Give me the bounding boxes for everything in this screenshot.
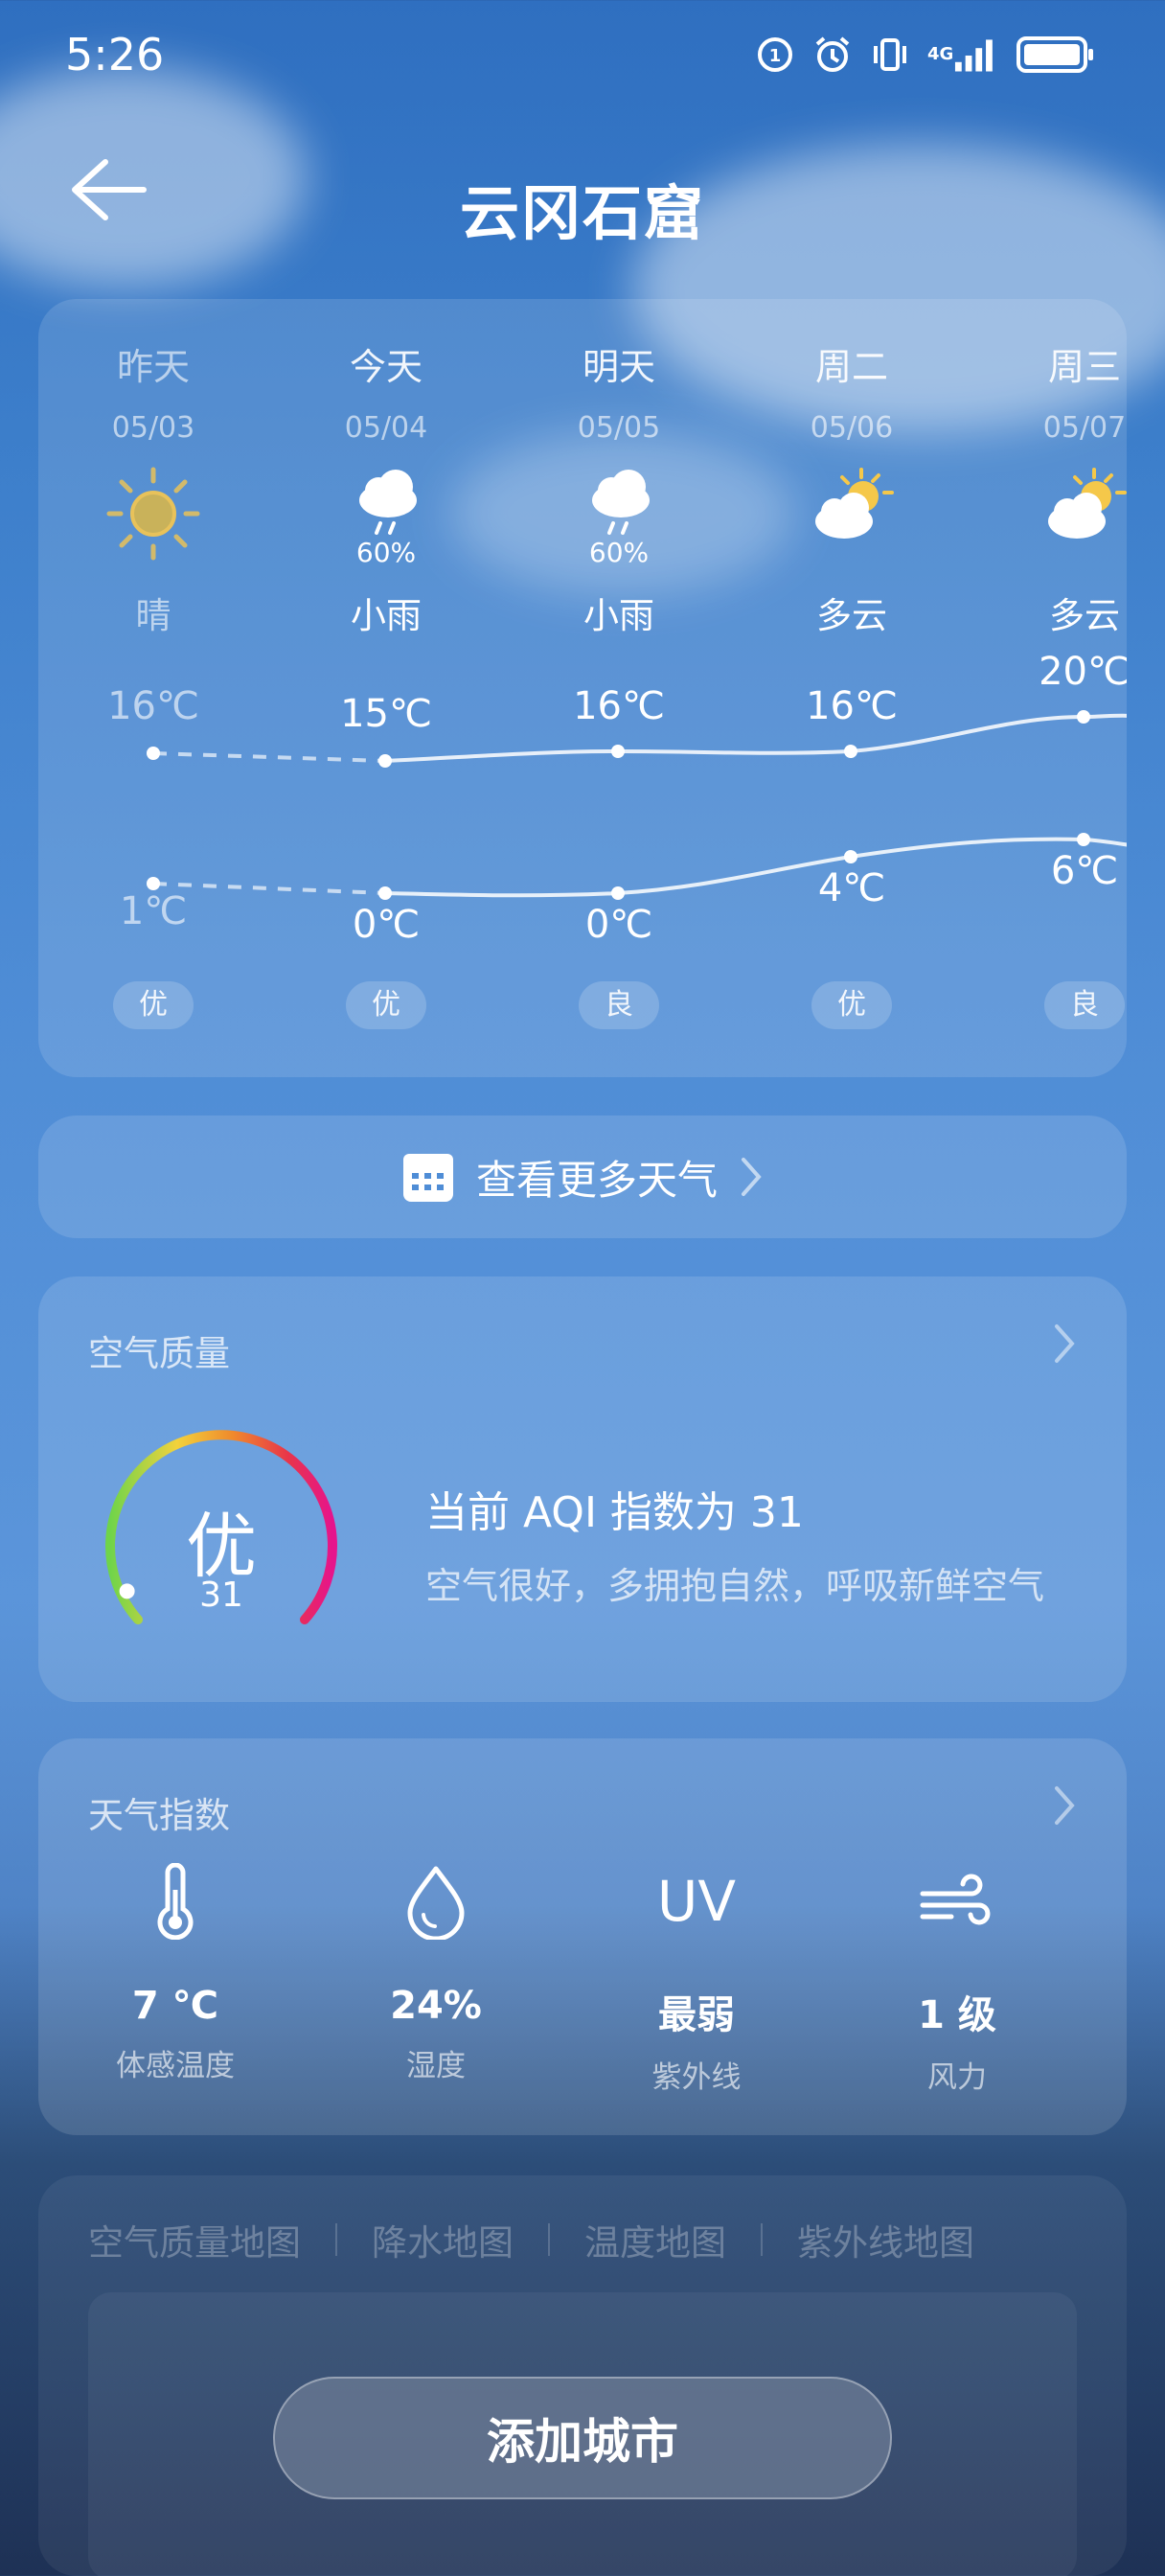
air-quality-card[interactable]: 空气质量 优 31 当前 AQI 指数为 31 空气很好，多拥抱自然，呼吸新鲜空… [38,1276,1127,1702]
maps-tabs: 空气质量地图 降水地图 温度地图 紫外线地图 [88,2214,974,2266]
index-item-uv[interactable]: UV 最弱 紫外线 [582,1853,811,2096]
low-temp: 6℃ [1050,849,1119,893]
aqi-badge: 优 [811,981,892,1029]
index-item-wind[interactable]: 1 级 风力 [842,1853,1072,2096]
weather-index-title: 天气指数 [88,1795,230,1836]
high-temp: 15℃ [340,692,432,736]
aqi-badge: 优 [346,981,426,1029]
signal-icon: 4G [927,34,998,75]
vibrate-icon [870,34,910,75]
calendar-icon [402,1154,453,1202]
aqi-badge: 良 [1044,981,1125,1029]
tab-temperature-map[interactable]: 温度地图 [584,2214,726,2266]
low-temp: 1℃ [119,889,188,933]
high-temp-point [611,745,625,758]
hd-voice-icon: 1 [755,34,795,75]
index-value: 24% [390,1984,482,2028]
low-temp-point [1077,833,1090,846]
svg-text:1: 1 [769,46,782,66]
uv-icon-text: UV [656,1869,737,1934]
air-quality-title: 空气质量 [88,1333,230,1374]
high-temp: 20℃ [1039,650,1127,694]
chevron-right-icon [742,1158,762,1196]
add-city-button[interactable]: 添加城市 [273,2377,892,2499]
high-temp-point [378,754,392,768]
alarm-clock-icon [812,34,853,75]
forecast-card[interactable]: 昨天 05/03 晴 今天 05/04 60% 小雨 明天 05/05 60% … [38,299,1127,1077]
more-weather-button[interactable]: 查看更多天气 [38,1116,1127,1238]
aqi-description: 空气很好，多拥抱自然，呼吸新鲜空气 [425,1565,1045,1607]
page-title: 云冈石窟 [459,178,705,248]
aqi-badge: 优 [113,981,194,1029]
aqi-value: 31 [199,1576,243,1615]
network-type: 4G [927,44,954,64]
low-temp: 0℃ [584,903,653,947]
low-temp: 0℃ [352,903,421,947]
status-time: 5:26 [65,29,165,80]
high-temp-point [147,747,160,760]
add-city-label: 添加城市 [487,2414,678,2470]
index-label: 风力 [927,2060,987,2095]
tab-divider [335,2223,337,2256]
weather-maps-card[interactable]: 空气质量地图 降水地图 温度地图 紫外线地图 [38,2175,1127,2576]
chevron-right-icon[interactable] [1052,1784,1077,1827]
aqi-headline: 当前 AQI 指数为 31 [425,1488,804,1537]
wind-icon [842,1853,1072,1949]
uv-icon: UV [582,1853,811,1949]
tab-air-quality-map[interactable]: 空气质量地图 [88,2214,301,2266]
index-item-humidity[interactable]: 24% 湿度 [321,1853,551,2084]
high-temp-line-past [152,751,386,763]
low-temp-point [611,886,625,900]
high-temp-point [844,745,857,758]
index-label: 体感温度 [116,2049,235,2083]
aqi-badge: 良 [579,981,659,1029]
chevron-right-icon[interactable] [1052,1322,1077,1365]
low-temp-point [147,877,160,890]
high-temp-point [1077,710,1090,724]
index-label: 紫外线 [651,2060,742,2095]
high-temp: 16℃ [806,684,898,728]
low-temp: 4℃ [817,866,886,910]
high-temp: 16℃ [573,684,665,728]
index-value: 1 级 [918,1993,996,2037]
index-value: 最弱 [658,1993,735,2037]
low-temp-point [378,886,392,900]
high-temp: 16℃ [107,684,199,728]
index-value: 7 ℃ [131,1984,219,2028]
weather-index-card[interactable]: 天气指数 7 ℃ 体感温度 24% 湿度 UV 最弱 紫外线 1 级 风力 [38,1738,1127,2135]
index-item-feels-like[interactable]: 7 ℃ 体感温度 [60,1853,290,2084]
tab-divider [761,2223,763,2256]
tab-uv-map[interactable]: 紫外线地图 [797,2214,974,2266]
low-temp-point [844,850,857,863]
aqi-gauge: 优 31 [92,1422,351,1643]
index-label: 湿度 [406,2049,466,2083]
thermometer-icon [60,1853,290,1949]
status-icons: 1 4G [755,34,1096,75]
battery-icon [1016,34,1096,75]
humidity-drop-icon [321,1853,551,1949]
tab-precipitation-map[interactable]: 降水地图 [372,2214,514,2266]
tab-divider [548,2223,550,2256]
more-weather-label: 查看更多天气 [475,1156,718,1204]
